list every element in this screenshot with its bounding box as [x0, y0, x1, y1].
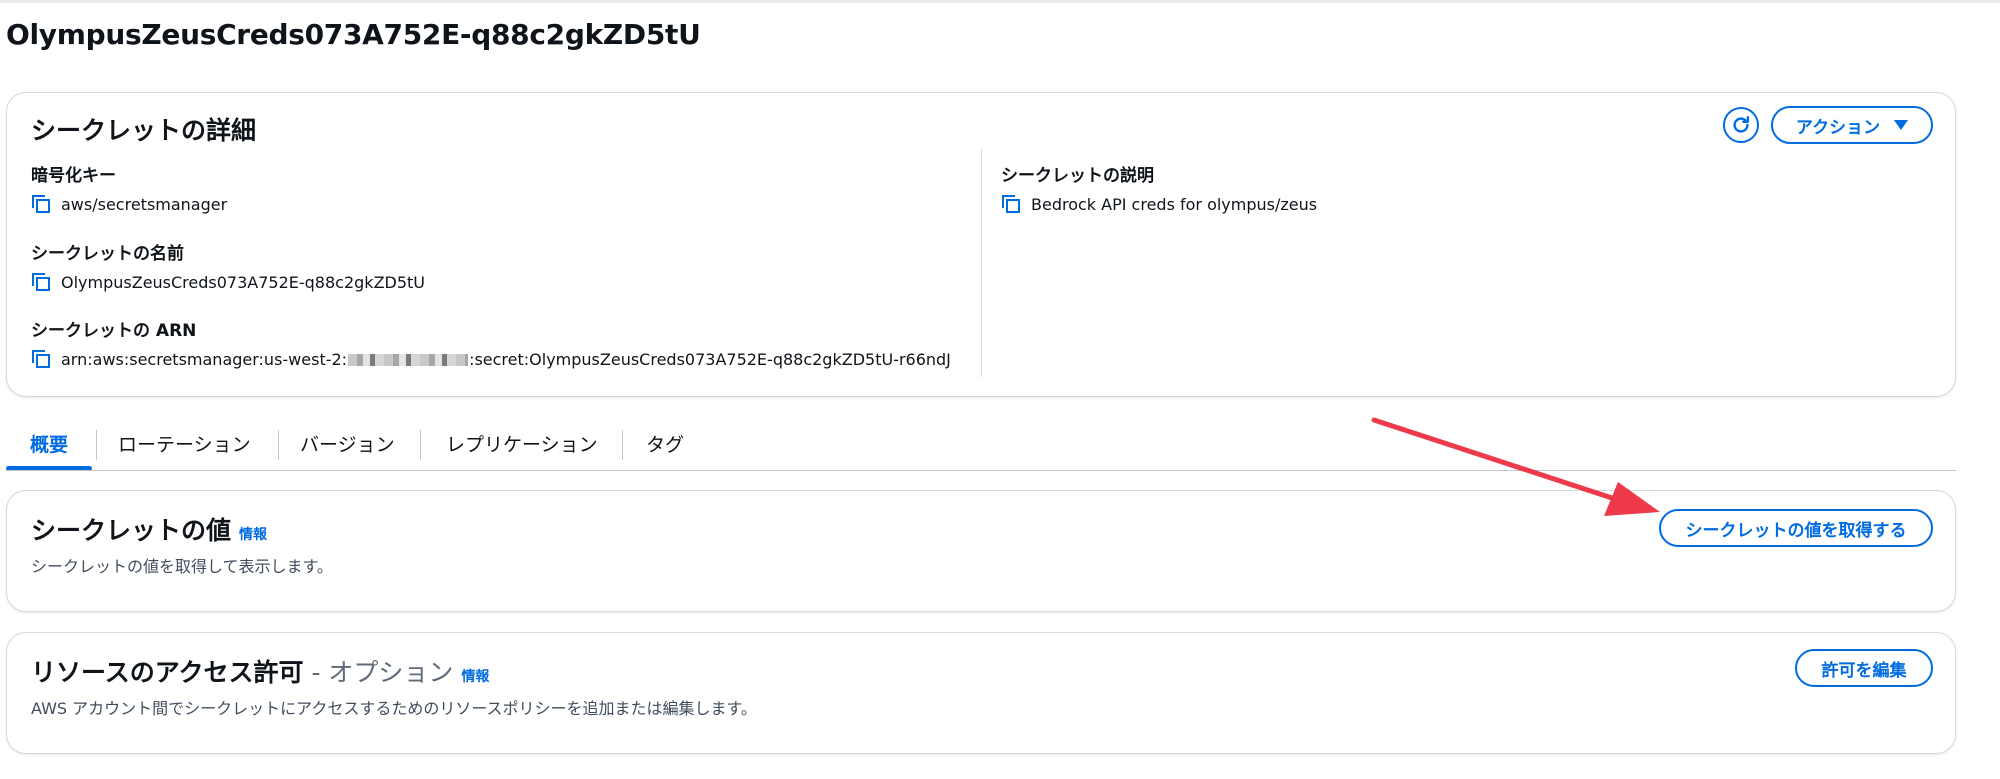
- secret-arn-value: arn:aws:secretsmanager:us-west-2: :secret…: [61, 350, 951, 369]
- actions-dropdown-button[interactable]: アクション: [1771, 106, 1933, 144]
- resource-permissions-panel: リソースのアクセス許可 - オプション 情報 AWS アカウント間でシークレットに…: [6, 632, 1956, 754]
- secret-arn-suffix: :secret:OlympusZeusCreds073A752E-q88c2gk…: [469, 349, 951, 369]
- tab-divider: [96, 430, 97, 460]
- optional-label: - オプション: [303, 658, 454, 687]
- tab-divider: [622, 430, 623, 460]
- secret-arn-field: シークレットの ARN arn:aws:secretsmanager:us-we…: [31, 316, 951, 369]
- secret-description-value: Bedrock API creds for olympus/zeus: [1031, 194, 1318, 214]
- encryption-key-field: 暗号化キー aws/secretsmanager: [31, 161, 227, 214]
- column-divider: [981, 149, 982, 377]
- copy-icon[interactable]: [31, 272, 51, 292]
- secret-description-label: シークレットの説明: [1001, 166, 1154, 186]
- copy-icon[interactable]: [1001, 194, 1021, 214]
- actions-label: アクション: [1795, 117, 1881, 138]
- tab-replication[interactable]: レプリケーション: [446, 430, 598, 457]
- tab-divider: [278, 430, 279, 460]
- refresh-button[interactable]: [1723, 107, 1759, 143]
- copy-icon[interactable]: [31, 194, 51, 214]
- retrieve-secret-value-button[interactable]: シークレットの値を取得する: [1659, 509, 1933, 547]
- secret-details-panel: シークレットの詳細 アクション 暗号化キー aws/secretsmanager…: [6, 92, 1956, 397]
- secret-value-heading: シークレットの値 情報: [31, 511, 267, 547]
- tab-tags[interactable]: タグ: [646, 430, 684, 457]
- tab-divider: [420, 430, 421, 460]
- tab-overview[interactable]: 概要: [30, 430, 68, 457]
- secret-arn-label: シークレットの ARN: [31, 321, 197, 341]
- copy-icon[interactable]: [31, 349, 51, 369]
- secret-value-panel: シークレットの値 情報 シークレットの値を取得して表示します。 シークレットの値を…: [6, 490, 1956, 612]
- resource-permissions-heading: リソースのアクセス許可 - オプション 情報: [31, 653, 489, 689]
- tab-bar: 概要 ローテーション バージョン レプリケーション タグ: [6, 420, 1956, 472]
- encryption-key-label: 暗号化キー: [31, 166, 116, 186]
- secret-name-label: シークレットの名前: [31, 244, 184, 264]
- secret-arn-prefix: arn:aws:secretsmanager:us-west-2:: [61, 349, 348, 369]
- tab-rotation[interactable]: ローテーション: [118, 430, 251, 457]
- top-border: [0, 0, 2000, 3]
- resource-permissions-title: リソースのアクセス許可: [31, 658, 304, 687]
- encryption-key-value: aws/secretsmanager: [61, 194, 228, 214]
- info-link[interactable]: 情報: [461, 669, 489, 685]
- edit-permissions-button[interactable]: 許可を編集: [1795, 649, 1933, 687]
- tab-versions[interactable]: バージョン: [300, 430, 395, 457]
- secret-value-description: シークレットの値を取得して表示します。: [31, 557, 333, 576]
- caret-down-icon: [1894, 120, 1909, 130]
- redacted-account-id: [348, 354, 469, 366]
- resource-permissions-description: AWS アカウント間でシークレットにアクセスするためのリソースポリシーを追加また…: [31, 699, 757, 718]
- tab-baseline: [6, 470, 1956, 471]
- page-title: OlympusZeusCreds073A752E-q88c2gkZD5tU: [6, 18, 701, 51]
- secret-details-heading: シークレットの詳細: [31, 116, 257, 145]
- info-link[interactable]: 情報: [239, 527, 267, 543]
- refresh-icon: [1733, 116, 1750, 133]
- secret-name-field: シークレットの名前 OlympusZeusCreds073A752E-q88c2…: [31, 239, 425, 292]
- secret-name-value: OlympusZeusCreds073A752E-q88c2gkZD5tU: [61, 272, 426, 292]
- secret-value-title: シークレットの値: [31, 516, 232, 545]
- secret-description-field: シークレットの説明 Bedrock API creds for olympus/…: [1001, 161, 1317, 214]
